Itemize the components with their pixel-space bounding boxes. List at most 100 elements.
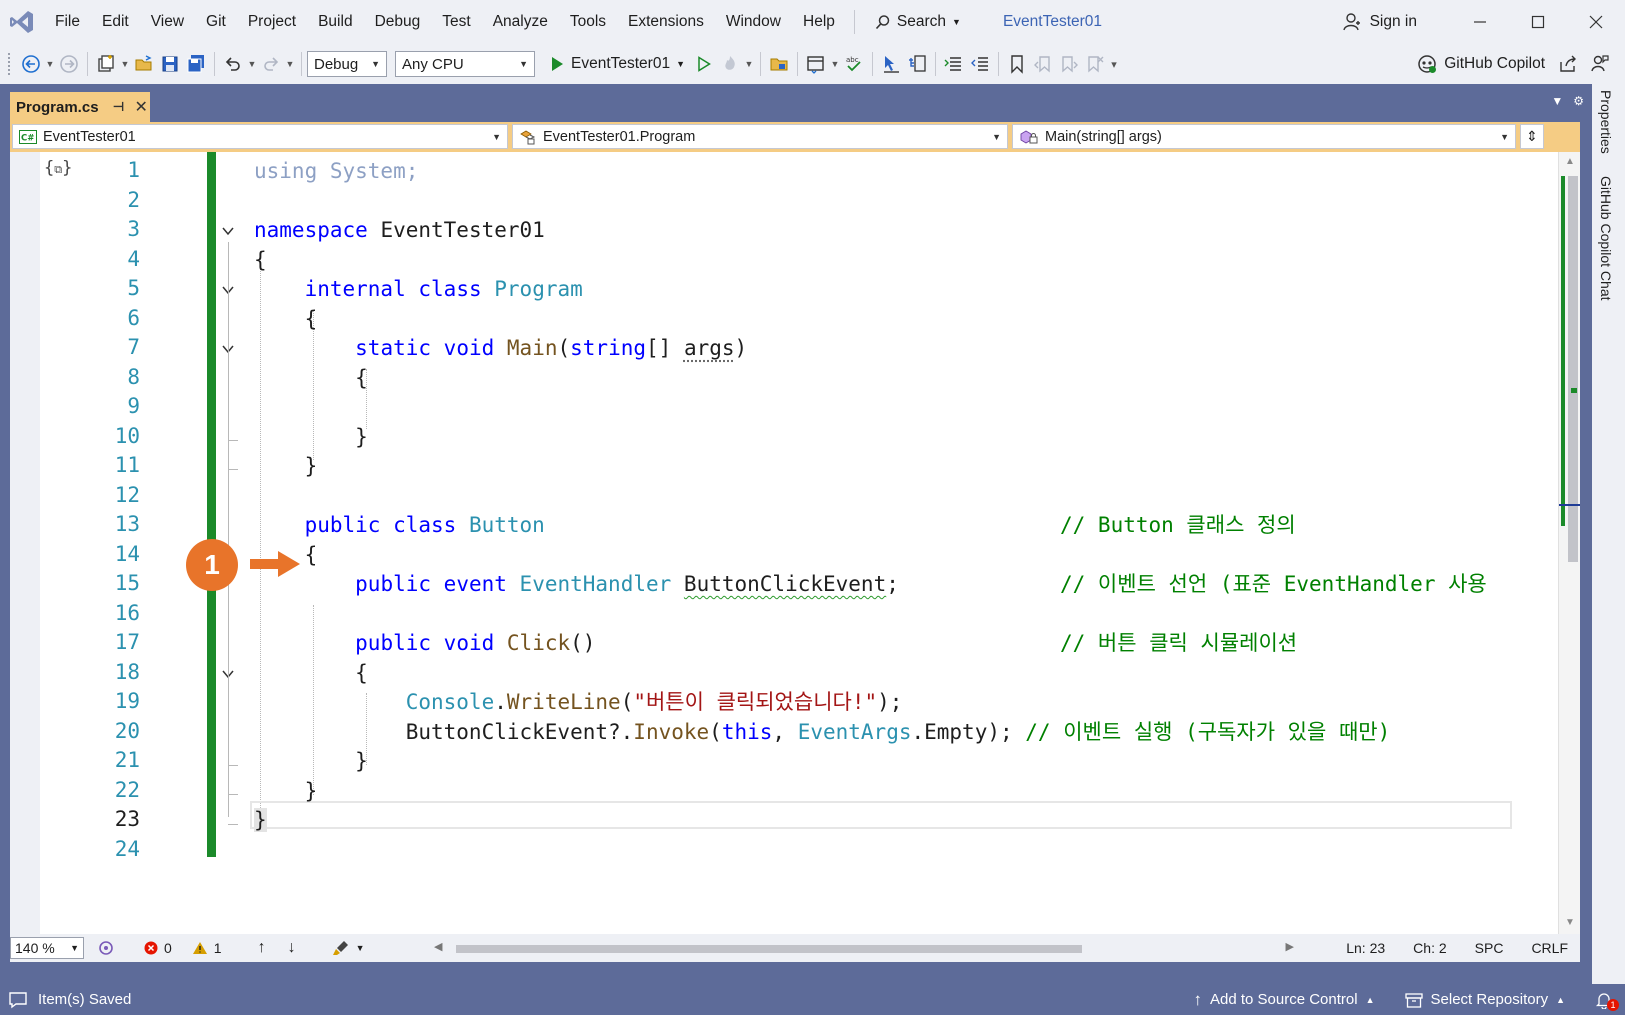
uncomment-lines-button[interactable] bbox=[967, 50, 993, 78]
new-project-button[interactable] bbox=[93, 50, 119, 78]
next-issue-button[interactable]: ↓ bbox=[288, 939, 296, 957]
horizontal-scrollbar-thumb[interactable] bbox=[456, 945, 1082, 953]
errors-indicator[interactable]: 0 bbox=[144, 940, 172, 956]
zoom-select[interactable]: 140 % ▼ bbox=[10, 937, 84, 959]
scroll-left-icon[interactable]: ◀ bbox=[434, 940, 442, 953]
menu-test[interactable]: Test bbox=[431, 0, 481, 44]
line-ending[interactable]: CRLF bbox=[1531, 940, 1568, 956]
tab-program-cs[interactable]: Program.cs ⊣ ✕ bbox=[10, 92, 150, 122]
open-window-button[interactable] bbox=[803, 50, 829, 78]
menu-debug[interactable]: Debug bbox=[364, 0, 432, 44]
code-line-23[interactable]: } bbox=[254, 805, 267, 835]
code-line-8[interactable]: { bbox=[254, 363, 368, 393]
code-line-17[interactable]: public void Click() bbox=[254, 628, 595, 658]
code-line-22[interactable]: } bbox=[254, 776, 318, 806]
menu-view[interactable]: View bbox=[140, 0, 195, 44]
code-cleanup-brush-button[interactable]: ▼ bbox=[332, 940, 365, 956]
clear-bookmarks-button[interactable] bbox=[1082, 50, 1108, 78]
code-line-20[interactable]: ButtonClickEvent?.Invoke(this, EventArgs… bbox=[254, 717, 1391, 747]
previous-issue-button[interactable]: ↑ bbox=[258, 939, 266, 957]
project-dropdown[interactable]: C# EventTester01 ▼ bbox=[12, 124, 508, 149]
navigate-forward-button[interactable] bbox=[56, 50, 82, 78]
scroll-up-icon[interactable]: ▲ bbox=[1565, 156, 1575, 167]
code-line-15[interactable]: public event EventHandler ButtonClickEve… bbox=[254, 569, 899, 599]
code-cleanup-button[interactable] bbox=[98, 940, 114, 956]
tab-properties[interactable]: Properties bbox=[1598, 90, 1614, 154]
live-tree-button[interactable] bbox=[904, 50, 930, 78]
chevron-down-icon[interactable]: ▼ bbox=[246, 59, 258, 69]
menu-extensions[interactable]: Extensions bbox=[617, 0, 715, 44]
chevron-down-icon[interactable]: ▼ bbox=[119, 59, 131, 69]
menu-help[interactable]: Help bbox=[792, 0, 846, 44]
code-line-19[interactable]: Console.WriteLine("버튼이 클릭되었습니다!"); bbox=[254, 687, 903, 717]
code-line-10[interactable]: } bbox=[254, 422, 368, 452]
menu-project[interactable]: Project bbox=[237, 0, 307, 44]
code-line-11[interactable]: } bbox=[254, 451, 318, 481]
menu-file[interactable]: File bbox=[44, 0, 91, 44]
navigate-back-button[interactable] bbox=[18, 50, 44, 78]
start-without-debugging-button[interactable] bbox=[691, 50, 717, 78]
code-line-21[interactable]: } bbox=[254, 746, 368, 776]
solution-platform-select[interactable]: Any CPU ▼ bbox=[395, 51, 535, 77]
line-position[interactable]: Ln: 23 bbox=[1346, 940, 1385, 956]
select-repository-button[interactable]: Select Repository ▲ bbox=[1404, 991, 1565, 1008]
toolbar-overflow-icon[interactable]: ▾ bbox=[1108, 58, 1120, 71]
previous-bookmark-button[interactable] bbox=[1030, 50, 1056, 78]
chevron-down-icon[interactable]: ▼ bbox=[829, 59, 841, 69]
menu-window[interactable]: Window bbox=[715, 0, 792, 44]
menu-build[interactable]: Build bbox=[307, 0, 363, 44]
scroll-down-icon[interactable]: ▼ bbox=[1565, 917, 1575, 928]
pin-icon[interactable]: ⊣ bbox=[113, 99, 125, 115]
code-line-1[interactable]: using System; bbox=[254, 156, 418, 186]
select-element-button[interactable] bbox=[878, 50, 904, 78]
undo-button[interactable] bbox=[220, 50, 246, 78]
type-dropdown[interactable]: EventTester01.Program ▼ bbox=[512, 124, 1008, 149]
scroll-right-icon[interactable]: ▶ bbox=[1286, 940, 1294, 953]
code-line-3[interactable]: namespace EventTester01 bbox=[254, 215, 545, 245]
next-bookmark-button[interactable] bbox=[1056, 50, 1082, 78]
split-window-button[interactable]: ⇕ bbox=[1520, 124, 1544, 149]
solution-explorer-button[interactable] bbox=[766, 50, 792, 78]
menu-edit[interactable]: Edit bbox=[91, 0, 140, 44]
close-window-button[interactable] bbox=[1567, 0, 1625, 44]
settings-gear-icon[interactable]: ⚙ bbox=[1573, 94, 1584, 108]
open-file-button[interactable] bbox=[131, 50, 157, 78]
visual-studio-logo-icon[interactable] bbox=[0, 0, 44, 44]
whitespace-mode[interactable]: SPC bbox=[1475, 940, 1504, 956]
menu-analyze[interactable]: Analyze bbox=[482, 0, 559, 44]
spell-check-button[interactable]: abc bbox=[841, 50, 867, 78]
code-line-7[interactable]: static void Main(string[] args) bbox=[254, 333, 747, 363]
chevron-down-icon[interactable]: ▼ bbox=[743, 59, 755, 69]
github-copilot-button[interactable]: GitHub Copilot bbox=[1417, 44, 1545, 84]
minimize-button[interactable] bbox=[1451, 0, 1509, 44]
save-all-button[interactable] bbox=[183, 50, 209, 78]
redo-button[interactable] bbox=[258, 50, 284, 78]
notifications-button[interactable]: 1 bbox=[1595, 991, 1619, 1011]
code-editor[interactable]: {⧉} 1 2 3 4 5 6 7 8 9 10 11 12 13 14 15 … bbox=[10, 152, 1580, 934]
add-to-source-control-button[interactable]: ↑ Add to Source Control ▲ bbox=[1194, 990, 1375, 1010]
comment-lines-button[interactable] bbox=[941, 50, 967, 78]
code-line-18[interactable]: { bbox=[254, 658, 368, 688]
code-line-13[interactable]: public class Button bbox=[254, 510, 545, 540]
chevron-down-icon[interactable]: ▼ bbox=[44, 59, 56, 69]
column-position[interactable]: Ch: 2 bbox=[1413, 940, 1446, 956]
feedback-button[interactable] bbox=[1587, 50, 1613, 78]
tab-list-dropdown-icon[interactable]: ▼ bbox=[1551, 94, 1563, 108]
solution-configuration-select[interactable]: Debug ▼ bbox=[307, 51, 387, 77]
warnings-indicator[interactable]: 1 bbox=[192, 940, 222, 956]
horizontal-scrollbar[interactable]: ◀ ▶ bbox=[434, 940, 1294, 954]
maximize-button[interactable] bbox=[1509, 0, 1567, 44]
output-window-icon[interactable] bbox=[8, 991, 28, 1009]
member-dropdown[interactable]: Main(string[] args) ▼ bbox=[1012, 124, 1516, 149]
search-button[interactable]: Search ▼ bbox=[863, 13, 973, 31]
toolbar-grip[interactable] bbox=[8, 53, 12, 75]
start-debugging-button[interactable]: EventTester01 ▼ bbox=[543, 55, 691, 73]
save-button[interactable] bbox=[157, 50, 183, 78]
code-line-6[interactable]: { bbox=[254, 304, 318, 334]
menu-git[interactable]: Git bbox=[195, 0, 237, 44]
code-line-5[interactable]: internal class Program bbox=[254, 274, 583, 304]
indicator-margin[interactable] bbox=[10, 152, 40, 934]
toggle-bookmark-button[interactable] bbox=[1004, 50, 1030, 78]
close-tab-icon[interactable]: ✕ bbox=[134, 97, 147, 117]
tab-github-copilot-chat[interactable]: GitHub Copilot Chat bbox=[1598, 176, 1614, 301]
